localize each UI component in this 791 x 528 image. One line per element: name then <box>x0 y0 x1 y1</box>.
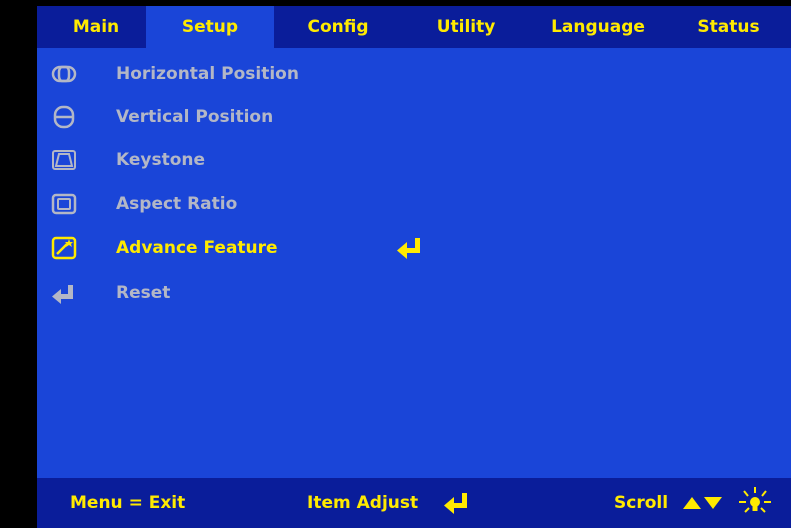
footer-bar: Menu = Exit Item Adjust Scroll <box>37 478 791 528</box>
menu-item-label: Vertical Position <box>116 107 274 127</box>
advance-feature-icon <box>51 236 77 260</box>
vertical-position-icon <box>53 105 75 129</box>
menu-item-label: Horizontal Position <box>116 64 299 84</box>
item-adjust-hint: Item Adjust <box>307 493 419 513</box>
menu-item-label: Advance Feature <box>116 238 278 258</box>
enter-arrow-icon <box>444 493 467 514</box>
scroll-hint: Scroll <box>614 493 669 513</box>
horizontal-position-icon <box>51 65 77 83</box>
tab-main[interactable]: Main <box>37 6 155 48</box>
menu-item-label: Aspect Ratio <box>116 194 238 214</box>
menu-item-aspect-ratio[interactable]: Aspect Ratio <box>37 189 791 219</box>
tab-language[interactable]: Language <box>530 6 666 48</box>
down-triangle-icon <box>704 497 722 509</box>
tab-status[interactable]: Status <box>666 6 791 48</box>
lightbulb-icon <box>739 487 771 513</box>
menu-exit-hint: Menu = Exit <box>70 493 186 513</box>
osd-menu: Main Setup Config Utility Language Statu… <box>0 0 791 528</box>
menu-item-label: Reset <box>116 283 171 303</box>
tab-utility[interactable]: Utility <box>402 6 530 48</box>
menu-item-advance-feature[interactable]: Advance Feature <box>37 233 791 263</box>
menu-item-vertical-position[interactable]: Vertical Position <box>37 102 791 132</box>
enter-arrow-icon <box>397 238 420 259</box>
setup-panel: Horizontal Position Vertical Position Ke… <box>37 48 791 478</box>
menu-item-label: Keystone <box>116 150 206 170</box>
menu-item-horizontal-position[interactable]: Horizontal Position <box>37 59 791 89</box>
keystone-icon <box>52 150 76 170</box>
aspect-ratio-icon <box>51 193 77 215</box>
menu-item-reset[interactable]: Reset <box>37 278 791 308</box>
up-triangle-icon <box>683 497 701 509</box>
tab-bar: Main Setup Config Utility Language Statu… <box>37 6 791 48</box>
tab-config[interactable]: Config <box>274 6 402 48</box>
tab-setup[interactable]: Setup <box>146 6 274 48</box>
enter-arrow-icon <box>52 285 73 304</box>
menu-item-keystone[interactable]: Keystone <box>37 145 791 175</box>
